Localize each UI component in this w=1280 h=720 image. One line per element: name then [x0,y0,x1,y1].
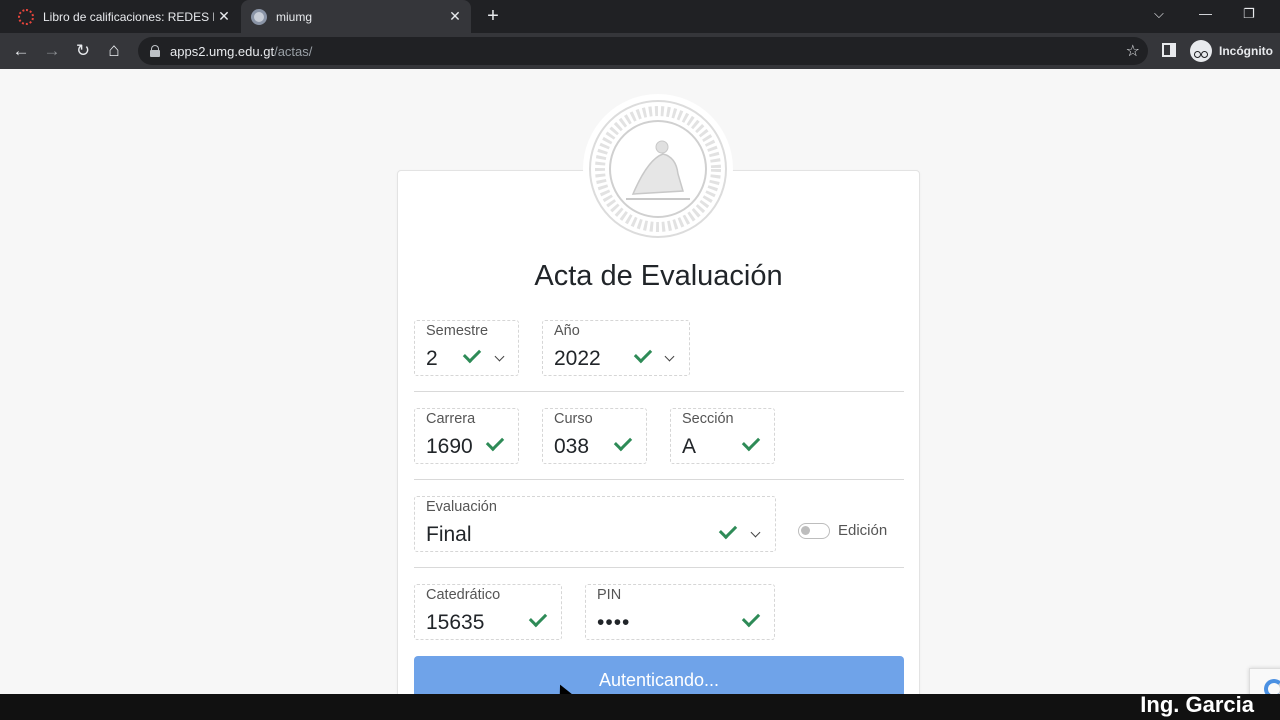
tab-miumg[interactable]: miumg ✕ [241,0,471,33]
incognito-profile[interactable]: Incógnito [1190,40,1273,62]
field-label: Catedrático [426,587,501,603]
valid-check-icon [485,432,505,452]
field-label: Semestre [426,323,489,339]
valid-check-icon [613,432,633,452]
valid-check-icon [741,432,761,452]
close-tab-icon[interactable]: ✕ [214,8,234,25]
field-label: Sección [682,411,734,427]
tab-title: miumg [276,9,313,24]
field-value: Final [426,523,472,546]
field-value: •••• [597,611,631,634]
home-button[interactable]: ⌂ [103,40,125,62]
new-tab-button[interactable]: + [482,5,504,27]
chevron-down-icon [664,351,675,362]
anio-select[interactable]: Año 2022 [542,320,690,376]
field-label: Curso [554,411,593,427]
incognito-icon [1190,40,1212,62]
toggle-knob [801,526,810,535]
divider [414,567,904,568]
valid-check-icon [633,344,653,364]
page-title: Acta de Evaluación [534,260,783,292]
umg-favicon-icon [251,8,267,25]
valid-check-icon [741,608,761,628]
browser-toolbar: ← → ↻ ⌂ apps2.umg.edu.gt/actas/ ☆ Incógn… [0,33,1280,69]
pin-input[interactable]: PIN •••• [585,584,775,640]
divider [414,391,904,392]
url-text: apps2.umg.edu.gt/actas/ [170,44,312,59]
tab-libro-calificaciones[interactable]: Libro de calificaciones: REDES DE ✕ [8,0,240,33]
back-button[interactable]: ← [10,40,32,62]
side-panel-icon[interactable] [1162,43,1176,57]
semestre-select[interactable]: Semestre 2 [414,320,519,376]
field-label: Año [554,323,580,339]
edicion-label: Edición [838,522,888,539]
field-label: PIN [597,587,622,603]
evaluacion-select[interactable]: Evaluación Final [414,496,776,552]
url-path: /actas/ [274,43,313,59]
field-value: 1690 [426,435,473,458]
loading-favicon-icon [18,8,34,25]
url-host: apps2.umg.edu.gt [170,43,275,59]
field-value: 2 [426,347,438,370]
reload-button[interactable]: ↻ [72,40,94,62]
divider [414,479,904,480]
tab-search-icon[interactable]: ⌵ [1154,6,1164,22]
catedratico-input[interactable]: Catedrático 15635 [414,584,562,640]
forward-button[interactable]: → [41,40,63,62]
university-seal-icon [589,100,727,238]
address-bar[interactable]: apps2.umg.edu.gt/actas/ ☆ [138,37,1148,65]
restore-button[interactable]: ❐ [1243,6,1255,22]
field-value: 15635 [426,611,485,634]
valid-check-icon [462,344,482,364]
field-value: 038 [554,435,590,458]
seccion-input[interactable]: Sección A [670,408,775,464]
curso-input[interactable]: Curso 038 [542,408,647,464]
edicion-toggle[interactable] [798,523,830,539]
video-bottom-bar [0,694,1280,720]
field-label: Evaluación [426,499,497,515]
chevron-down-icon [494,351,505,362]
field-label: Carrera [426,411,476,427]
tab-title: Libro de calificaciones: REDES DE [43,9,214,24]
bookmark-star-icon[interactable]: ☆ [1126,41,1140,61]
incognito-label: Incógnito [1219,44,1273,58]
minimize-button[interactable]: — [1199,6,1212,21]
carrera-input[interactable]: Carrera 1690 [414,408,519,464]
close-tab-icon[interactable]: ✕ [445,8,465,25]
field-value: 2022 [554,347,601,370]
tab-strip: Libro de calificaciones: REDES DE ✕ mium… [0,0,1280,33]
field-value: A [682,435,697,458]
valid-check-icon [528,608,548,628]
chevron-down-icon [750,527,761,538]
lock-icon [150,45,160,57]
watermark-text: Ing. Garcia [1140,692,1254,717]
valid-check-icon [718,520,738,540]
